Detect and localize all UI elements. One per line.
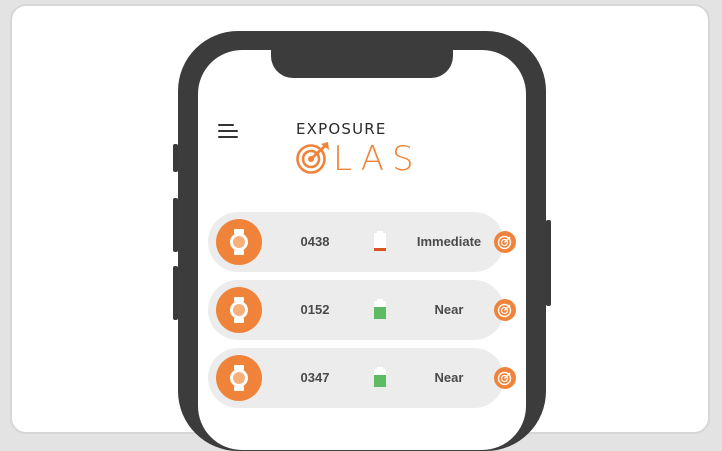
device-id: 0438 — [300, 234, 330, 249]
device-row[interactable]: 0347 Near — [208, 348, 516, 408]
target-icon[interactable] — [494, 299, 516, 321]
device-id: 0152 — [300, 302, 330, 317]
phone-notch — [271, 48, 453, 78]
proximity-status: Near — [434, 370, 464, 385]
logo-top-text: EXPOSURE — [296, 120, 387, 138]
device-row[interactable]: 0438 Immediate — [208, 212, 516, 272]
target-icon[interactable] — [494, 231, 516, 253]
watch-icon — [216, 355, 262, 401]
battery-icon — [373, 299, 387, 320]
battery-icon — [373, 231, 387, 252]
logo-bottom-text: LAS — [333, 139, 422, 179]
hamburger-icon[interactable] — [218, 124, 238, 140]
target-logo-icon — [296, 142, 329, 174]
device-row[interactable]: 0152 Near — [208, 280, 516, 340]
proximity-status: Immediate — [416, 234, 482, 249]
phone-power-button — [546, 220, 551, 306]
watch-icon — [216, 219, 262, 265]
app-logo: EXPOSURE LAS — [290, 120, 440, 184]
battery-icon — [373, 367, 387, 388]
watch-icon — [216, 287, 262, 333]
target-icon[interactable] — [494, 367, 516, 389]
device-id: 0347 — [300, 370, 330, 385]
proximity-status: Near — [434, 302, 464, 317]
